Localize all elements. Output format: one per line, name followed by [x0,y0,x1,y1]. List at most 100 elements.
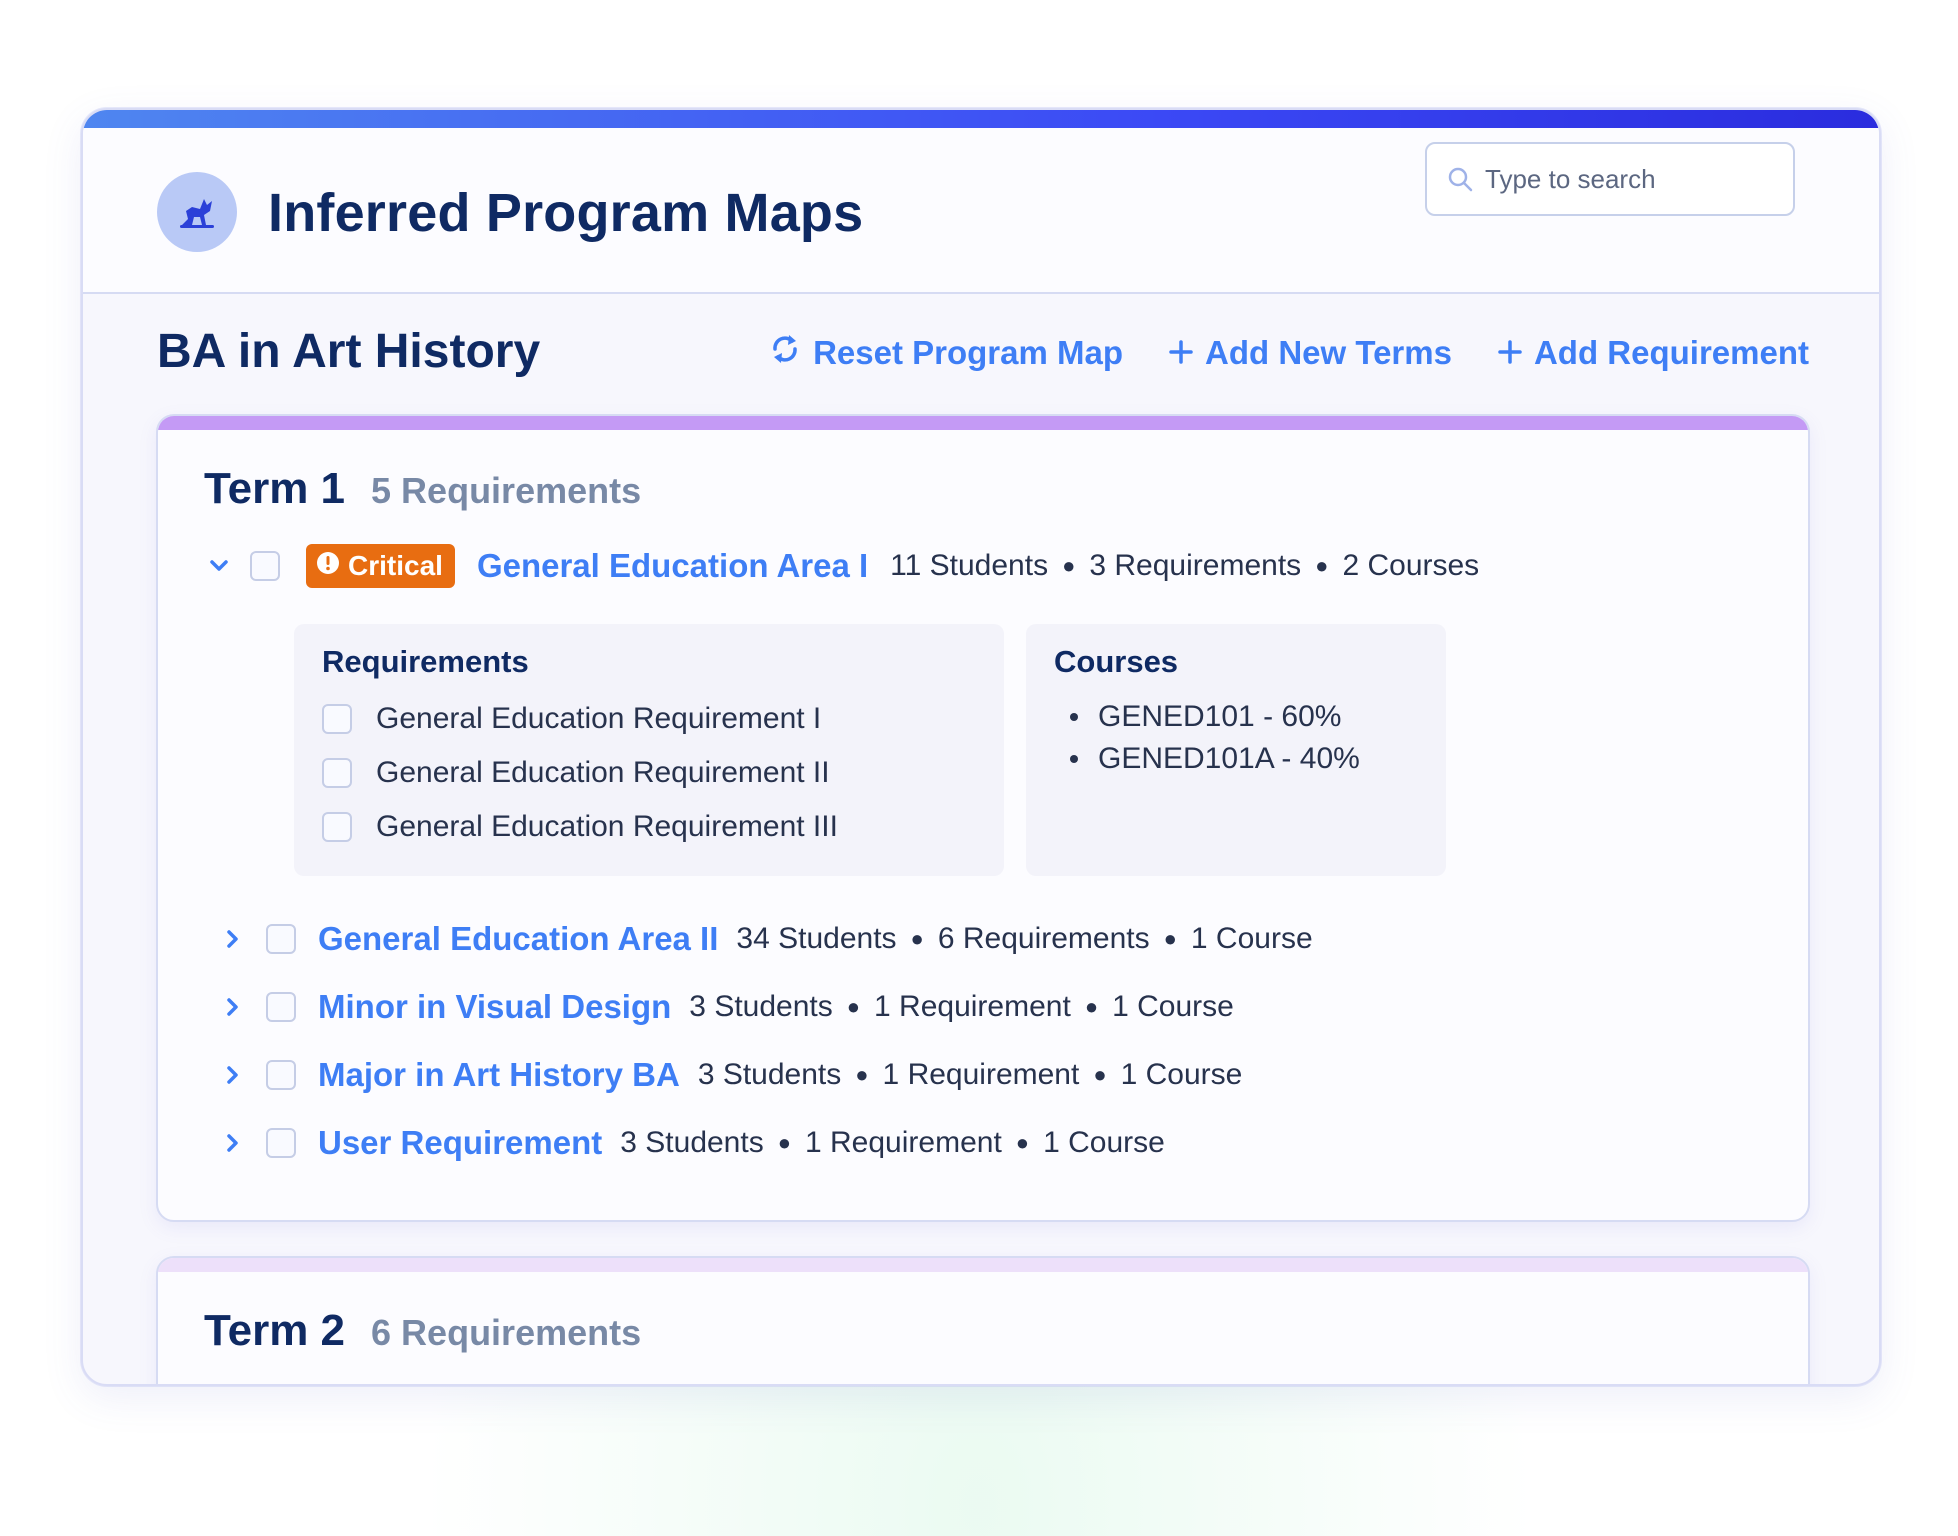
app-window: Inferred Program Maps BA in Art History [81,108,1881,1386]
courses-panel-title: Courses [1054,644,1179,679]
requirement-row: Critical General Education Area I 11 Stu… [204,544,1479,588]
chevron-right-icon[interactable] [218,992,248,1022]
requirement-meta: 3 Students ● 1 Requirement ● 1 Course [620,1126,1165,1160]
requirement-meta: 11 Students ● 3 Requirements ● 2 Courses [890,549,1479,583]
critical-badge: Critical [306,544,455,588]
sub-requirement-checkbox[interactable] [322,704,352,734]
search-box[interactable] [1425,142,1795,216]
requirement-name-link[interactable]: General Education Area II [318,920,718,958]
wolf-logo-icon [157,172,237,252]
requirements-count: 1 Requirement [874,990,1071,1023]
requirements-count: 1 Requirement [882,1058,1080,1091]
add-requirement-button[interactable]: Add Requirement [1498,332,1809,374]
requirement-checkbox[interactable] [266,924,296,954]
term-stripe [158,416,1808,430]
sub-requirement-item: General Education Requirement I [322,702,821,736]
students-count: 3 Students [697,1058,842,1091]
plus-icon [1498,334,1522,372]
requirement-meta: 3 Students ● 1 Requirement ● 1 Course [698,1058,1243,1092]
chevron-right-icon[interactable] [218,924,248,954]
chevron-right-icon[interactable] [218,1060,248,1090]
students-count: 3 Students [689,990,833,1023]
term-name: Term 1 [204,464,346,513]
requirements-panel-title: Requirements [322,644,529,679]
window-accent-bar [83,110,1879,128]
courses-count: 1 Course [1043,1126,1165,1159]
requirement-checkbox[interactable] [266,992,296,1022]
requirement-row: User Requirement 3 Students ● 1 Requirem… [218,1124,1165,1162]
students-count: 34 Students [736,922,897,955]
courses-count: 1 Course [1112,990,1234,1023]
course-label: GENED101A - 40% [1098,742,1360,775]
term-name: Term 2 [204,1306,346,1355]
term-header: Term 1 5 Requirements [204,464,641,514]
course-item: GENED101 - 60% [1070,700,1341,734]
separator-dot: ● [855,1062,869,1087]
requirements-count: 6 Requirements [937,922,1150,955]
chevron-right-icon[interactable] [218,1128,248,1158]
search-icon [1447,166,1473,197]
reset-program-map-label: Reset Program Map [813,334,1124,371]
critical-badge-label: Critical [348,550,443,581]
separator-dot: ● [777,1130,791,1155]
students-count: 3 Students [620,1126,764,1159]
term-card-2: Term 2 6 Requirements [156,1256,1810,1384]
requirement-name-link[interactable]: Major in Art History BA [318,1056,680,1094]
reset-program-map-button[interactable]: Reset Program Map [769,332,1123,374]
courses-count: 2 Courses [1342,549,1480,582]
requirement-name-link[interactable]: Minor in Visual Design [318,988,671,1026]
sub-requirement-label: General Education Requirement II [376,756,830,789]
term-stripe [158,1258,1808,1272]
separator-dot: ● [1062,553,1076,578]
plus-icon [1169,334,1193,372]
refresh-icon [769,332,801,374]
separator-dot: ● [1084,994,1099,1019]
requirement-checkbox[interactable] [266,1128,296,1158]
course-item: GENED101A - 40% [1070,742,1360,776]
bullet [1070,713,1078,721]
page-background: Inferred Program Maps BA in Art History [0,0,1958,1536]
term-requirement-count: 5 Requirements [371,470,642,511]
students-count: 11 Students [890,549,1049,582]
separator-dot: ● [1315,553,1329,578]
requirement-row: General Education Area II 34 Students ● … [218,920,1313,958]
requirement-checkbox[interactable] [266,1060,296,1090]
separator-dot: ● [910,926,924,951]
sub-requirement-checkbox[interactable] [322,812,352,842]
term-requirement-count: 6 Requirements [371,1312,642,1353]
requirements-count: 1 Requirement [805,1126,1002,1159]
requirement-meta: 34 Students ● 6 Requirements ● 1 Course [736,922,1312,956]
alert-icon [316,550,340,582]
program-title: BA in Art History [157,325,541,378]
requirements-count: 3 Requirements [1089,549,1302,582]
separator-dot: ● [1093,1062,1107,1087]
separator-dot: ● [1163,926,1177,951]
requirement-meta: 3 Students ● 1 Requirement ● 1 Course [689,990,1234,1024]
chevron-down-icon[interactable] [204,551,234,581]
bullet [1070,755,1078,763]
requirement-row: Major in Art History BA 3 Students ● 1 R… [218,1056,1242,1094]
courses-count: 1 Course [1120,1058,1243,1091]
sub-requirement-checkbox[interactable] [322,758,352,788]
term-header: Term 2 6 Requirements [204,1306,641,1356]
course-label: GENED101 - 60% [1098,700,1342,733]
sub-requirement-label: General Education Requirement III [376,810,838,843]
app-title: Inferred Program Maps [268,183,864,243]
courses-panel: Courses GENED101 - 60% GENED101A - 40% [1026,624,1446,876]
search-input[interactable] [1485,158,1775,200]
courses-count: 1 Course [1190,922,1313,955]
separator-dot: ● [1015,1130,1030,1155]
sub-requirement-item: General Education Requirement II [322,756,830,790]
add-new-terms-label: Add New Terms [1205,334,1452,371]
sub-requirement-item: General Education Requirement III [322,810,838,844]
add-new-terms-button[interactable]: Add New Terms [1169,332,1452,374]
requirement-name-link[interactable]: User Requirement [318,1124,602,1162]
sub-requirement-label: General Education Requirement I [376,702,822,735]
requirement-name-link[interactable]: General Education Area I [477,547,868,585]
requirement-checkbox[interactable] [250,551,280,581]
term-card-1: Term 1 5 Requirements Critical General E… [156,414,1810,1222]
requirement-row: Minor in Visual Design 3 Students ● 1 Re… [218,988,1234,1026]
add-requirement-label: Add Requirement [1533,334,1809,371]
requirements-panel: Requirements General Education Requireme… [294,624,1004,876]
separator-dot: ● [846,994,861,1019]
